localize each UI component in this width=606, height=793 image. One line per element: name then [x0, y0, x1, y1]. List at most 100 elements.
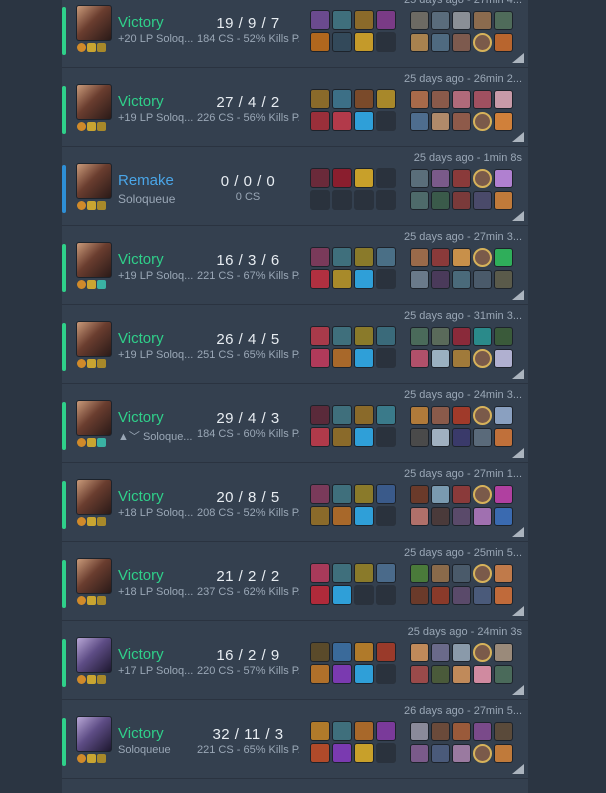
- item-icon[interactable]: [310, 721, 330, 741]
- participant-champion-icon[interactable]: [410, 643, 429, 662]
- participant-champion-icon[interactable]: [473, 11, 492, 30]
- item-icon[interactable]: [354, 326, 374, 346]
- item-icon[interactable]: [332, 89, 352, 109]
- item-icon[interactable]: [354, 89, 374, 109]
- participant-champion-icon[interactable]: [410, 112, 429, 131]
- item-icon[interactable]: [354, 168, 374, 188]
- item-icon[interactable]: [354, 405, 374, 425]
- expand-details-icon[interactable]: [512, 764, 524, 774]
- item-icon[interactable]: [354, 664, 374, 684]
- own-champion-icon[interactable]: [473, 643, 492, 662]
- match-row[interactable]: Victory Soloqueue 32 / 11 / 3 221 CS - 6…: [62, 700, 528, 779]
- item-icon[interactable]: [310, 743, 330, 763]
- participant-champion-icon[interactable]: [473, 586, 492, 605]
- participant-champion-icon[interactable]: [431, 33, 450, 52]
- participant-champion-icon[interactable]: [452, 564, 471, 583]
- participant-champion-icon[interactable]: [494, 665, 513, 684]
- participant-champion-icon[interactable]: [494, 248, 513, 267]
- participant-champion-icon[interactable]: [431, 722, 450, 741]
- participant-champion-icon[interactable]: [494, 722, 513, 741]
- item-icon[interactable]: [376, 326, 396, 346]
- item-icon[interactable]: [354, 32, 374, 52]
- participant-champion-icon[interactable]: [410, 327, 429, 346]
- item-icon[interactable]: [332, 743, 352, 763]
- expand-details-icon[interactable]: [512, 53, 524, 63]
- participant-champion-icon[interactable]: [452, 90, 471, 109]
- participant-champion-icon[interactable]: [452, 485, 471, 504]
- item-icon[interactable]: [354, 111, 374, 131]
- item-icon[interactable]: [332, 247, 352, 267]
- participant-champion-icon[interactable]: [452, 406, 471, 425]
- participant-champion-icon[interactable]: [452, 248, 471, 267]
- expand-details-icon[interactable]: [512, 211, 524, 221]
- participant-champion-icon[interactable]: [494, 270, 513, 289]
- participant-champion-icon[interactable]: [410, 248, 429, 267]
- item-icon[interactable]: [354, 506, 374, 526]
- participant-champion-icon[interactable]: [473, 507, 492, 526]
- participant-champion-icon[interactable]: [410, 191, 429, 210]
- participant-champion-icon[interactable]: [410, 33, 429, 52]
- item-icon[interactable]: [310, 269, 330, 289]
- match-row[interactable]: Victory +17 LP Soloq... 16 / 2 / 9 220 C…: [62, 621, 528, 700]
- item-icon[interactable]: [354, 247, 374, 267]
- match-row[interactable]: Remake Soloqueue 0 / 0 / 0 0 CS 25 days …: [62, 147, 528, 226]
- participant-champion-icon[interactable]: [431, 90, 450, 109]
- expand-details-icon[interactable]: [512, 290, 524, 300]
- participant-champion-icon[interactable]: [473, 722, 492, 741]
- item-icon[interactable]: [310, 563, 330, 583]
- participant-champion-icon[interactable]: [410, 507, 429, 526]
- participant-champion-icon[interactable]: [494, 586, 513, 605]
- participant-champion-icon[interactable]: [410, 485, 429, 504]
- item-icon[interactable]: [332, 721, 352, 741]
- participant-champion-icon[interactable]: [410, 665, 429, 684]
- participant-champion-icon[interactable]: [452, 744, 471, 763]
- expand-details-icon[interactable]: [512, 606, 524, 616]
- item-icon[interactable]: [354, 348, 374, 368]
- participant-champion-icon[interactable]: [494, 191, 513, 210]
- item-icon[interactable]: [376, 721, 396, 741]
- participant-champion-icon[interactable]: [431, 11, 450, 30]
- participant-champion-icon[interactable]: [431, 191, 450, 210]
- participant-champion-icon[interactable]: [431, 564, 450, 583]
- item-icon[interactable]: [376, 10, 396, 30]
- item-icon[interactable]: [376, 405, 396, 425]
- participant-champion-icon[interactable]: [452, 349, 471, 368]
- own-champion-icon[interactable]: [473, 349, 492, 368]
- participant-champion-icon[interactable]: [431, 327, 450, 346]
- participant-champion-icon[interactable]: [452, 11, 471, 30]
- participant-champion-icon[interactable]: [473, 90, 492, 109]
- item-icon[interactable]: [332, 585, 352, 605]
- item-icon[interactable]: [354, 484, 374, 504]
- match-row[interactable]: Victory +19 LP Soloq... 16 / 3 / 6 221 C…: [62, 226, 528, 305]
- item-icon[interactable]: [376, 642, 396, 662]
- participant-champion-icon[interactable]: [494, 11, 513, 30]
- participant-champion-icon[interactable]: [452, 169, 471, 188]
- own-champion-icon[interactable]: [473, 406, 492, 425]
- own-champion-icon[interactable]: [473, 485, 492, 504]
- item-icon[interactable]: [310, 168, 330, 188]
- item-icon[interactable]: [332, 427, 352, 447]
- own-champion-icon[interactable]: [473, 564, 492, 583]
- item-icon[interactable]: [332, 326, 352, 346]
- participant-champion-icon[interactable]: [494, 428, 513, 447]
- participant-champion-icon[interactable]: [452, 112, 471, 131]
- participant-champion-icon[interactable]: [473, 327, 492, 346]
- participant-champion-icon[interactable]: [431, 428, 450, 447]
- participant-champion-icon[interactable]: [431, 169, 450, 188]
- match-row[interactable]: Victory +20 LP Soloq... 19 / 9 / 7 184 C…: [62, 0, 528, 68]
- participant-champion-icon[interactable]: [473, 665, 492, 684]
- participant-champion-icon[interactable]: [431, 744, 450, 763]
- own-champion-icon[interactable]: [473, 33, 492, 52]
- item-icon[interactable]: [310, 642, 330, 662]
- participant-champion-icon[interactable]: [494, 90, 513, 109]
- item-icon[interactable]: [354, 269, 374, 289]
- participant-champion-icon[interactable]: [494, 485, 513, 504]
- participant-champion-icon[interactable]: [452, 722, 471, 741]
- item-icon[interactable]: [332, 269, 352, 289]
- item-icon[interactable]: [310, 405, 330, 425]
- participant-champion-icon[interactable]: [452, 586, 471, 605]
- participant-champion-icon[interactable]: [494, 112, 513, 131]
- participant-champion-icon[interactable]: [431, 507, 450, 526]
- participant-champion-icon[interactable]: [410, 406, 429, 425]
- participant-champion-icon[interactable]: [494, 327, 513, 346]
